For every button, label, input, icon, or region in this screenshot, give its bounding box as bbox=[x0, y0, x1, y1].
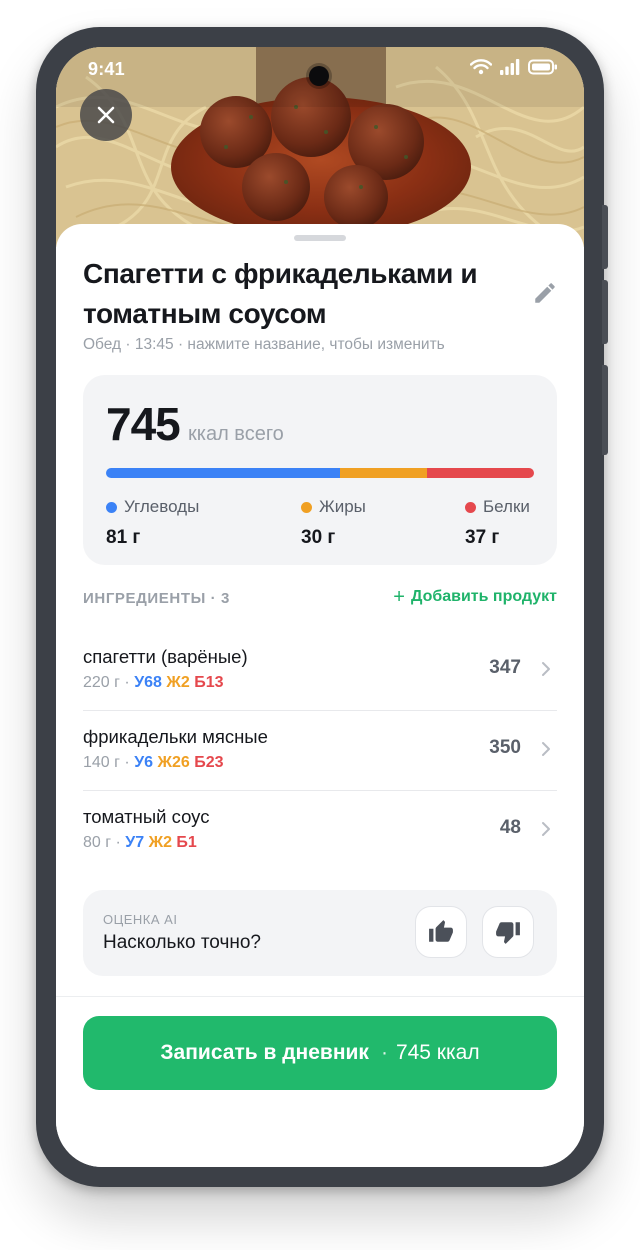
status-icons bbox=[470, 59, 558, 75]
ingredient-protein: Б23 bbox=[194, 754, 224, 771]
cta-label: Записать в дневник bbox=[160, 1041, 369, 1064]
add-product-button[interactable]: + Добавить продукт bbox=[393, 586, 557, 608]
ingredient-carbs: У68 bbox=[134, 674, 162, 691]
ingredient-protein: Б13 bbox=[194, 674, 224, 691]
chevron-right-icon bbox=[542, 662, 550, 676]
carbs-segment bbox=[106, 468, 341, 478]
status-time: 9:41 bbox=[88, 59, 125, 79]
ai-rating-card: ОЦЕНКА AI Насколько точно? bbox=[83, 890, 557, 976]
fat-label: Жиры bbox=[319, 497, 366, 516]
ingredient-name: фрикадельки мясные bbox=[83, 726, 268, 747]
edit-title-button[interactable] bbox=[532, 280, 558, 306]
ingredient-row[interactable]: томатный соус 80 г · У7 Ж2 Б1 48 bbox=[83, 790, 557, 870]
sheet-grabber[interactable] bbox=[294, 235, 346, 241]
ingredient-carbs: У6 bbox=[134, 754, 154, 771]
ingredient-kcal: 347 bbox=[489, 657, 521, 678]
protein-label: Белки bbox=[483, 497, 530, 516]
macro-distribution-bar bbox=[106, 468, 534, 478]
plus-icon: + bbox=[393, 586, 405, 608]
log-to-diary-button[interactable]: Записать в дневник · 745 ккал bbox=[83, 1016, 557, 1090]
ingredient-name: томатный соус bbox=[83, 806, 210, 827]
macro-protein: Белки 37 г bbox=[465, 497, 530, 549]
power-button bbox=[602, 365, 608, 455]
macro-carbs: Углеводы 81 г bbox=[106, 497, 199, 549]
ingredient-row[interactable]: спагетти (варёные) 220 г · У68 Ж2 Б13 34… bbox=[83, 630, 557, 710]
battery-icon bbox=[528, 59, 557, 75]
ingredient-weight: 220 г bbox=[83, 674, 120, 691]
add-product-label: Добавить продукт bbox=[410, 588, 557, 605]
fat-segment bbox=[340, 468, 427, 478]
ingredient-fat: Ж2 bbox=[166, 674, 190, 691]
ingredient-kcal: 350 bbox=[489, 737, 521, 758]
ingredients-header: ИНГРЕДИЕНТЫ · 3 bbox=[83, 590, 230, 607]
thumbs-up-icon bbox=[429, 920, 453, 942]
ingredient-protein: Б1 bbox=[176, 834, 197, 851]
ai-rating-question: Насколько точно? bbox=[103, 932, 261, 953]
ingredient-carbs: У7 bbox=[125, 834, 145, 851]
screen: 9:41 Спагетти с фрикадельками и томатным… bbox=[56, 47, 584, 1167]
volume-up-button bbox=[602, 205, 608, 269]
ai-rating-kicker: ОЦЕНКА AI bbox=[103, 912, 178, 927]
carbs-value: 81 г bbox=[106, 527, 141, 548]
carbs-dot bbox=[106, 501, 117, 513]
close-button[interactable] bbox=[80, 89, 132, 141]
fat-dot bbox=[301, 501, 312, 513]
ingredient-weight: 80 г bbox=[83, 834, 112, 851]
fat-value: 30 г bbox=[301, 527, 336, 548]
ingredient-kcal: 48 bbox=[499, 817, 521, 838]
status-bar: 9:41 bbox=[56, 47, 584, 91]
ingredient-fat: Ж2 bbox=[148, 834, 172, 851]
ingredient-meta: 140 г · У6 Ж26 Б23 bbox=[83, 754, 224, 771]
cta-kcal: 745 ккал bbox=[395, 1041, 480, 1064]
ingredient-fat: Ж26 bbox=[157, 754, 190, 771]
thumbs-down-icon bbox=[496, 922, 520, 944]
ingredient-meta: 220 г · У68 Ж2 Б13 bbox=[83, 674, 224, 691]
chevron-right-icon bbox=[542, 742, 550, 756]
protein-value: 37 г bbox=[465, 527, 500, 548]
protein-dot bbox=[465, 501, 476, 513]
total-kcal-value: 745 bbox=[106, 398, 181, 450]
meal-title[interactable]: Спагетти с фрикадельками и томатным соус… bbox=[83, 254, 513, 334]
close-icon bbox=[97, 106, 115, 124]
chevron-right-icon bbox=[542, 822, 550, 836]
protein-segment bbox=[426, 468, 534, 478]
ingredient-meta: 80 г · У7 Ж2 Б1 bbox=[83, 834, 197, 851]
carbs-label: Углеводы bbox=[124, 497, 200, 516]
meal-subtitle: Обед · 13:45 · нажмите название, чтобы и… bbox=[83, 336, 445, 353]
pencil-icon bbox=[535, 283, 555, 303]
ingredient-name: спагетти (варёные) bbox=[83, 646, 248, 667]
thumbs-up-button[interactable] bbox=[415, 906, 467, 958]
ingredient-row[interactable]: фрикадельки мясные 140 г · У6 Ж26 Б23 35… bbox=[83, 710, 557, 790]
wifi-icon bbox=[470, 59, 492, 75]
total-kcal-label: ккал всего bbox=[188, 423, 284, 445]
macro-fat: Жиры 30 г bbox=[301, 497, 366, 549]
nutrition-summary-card: 745 ккал всего Углеводы 81 г Жиры 30 г Б… bbox=[83, 375, 557, 565]
front-camera bbox=[309, 66, 329, 86]
signal-icon bbox=[500, 59, 520, 75]
cta-separator: · bbox=[380, 1041, 388, 1064]
meal-detail-sheet: Спагетти с фрикадельками и томатным соус… bbox=[56, 224, 584, 1167]
footer-divider bbox=[56, 996, 584, 997]
volume-down-button bbox=[602, 280, 608, 344]
thumbs-down-button[interactable] bbox=[482, 906, 534, 958]
ingredient-weight: 140 г bbox=[83, 754, 120, 771]
